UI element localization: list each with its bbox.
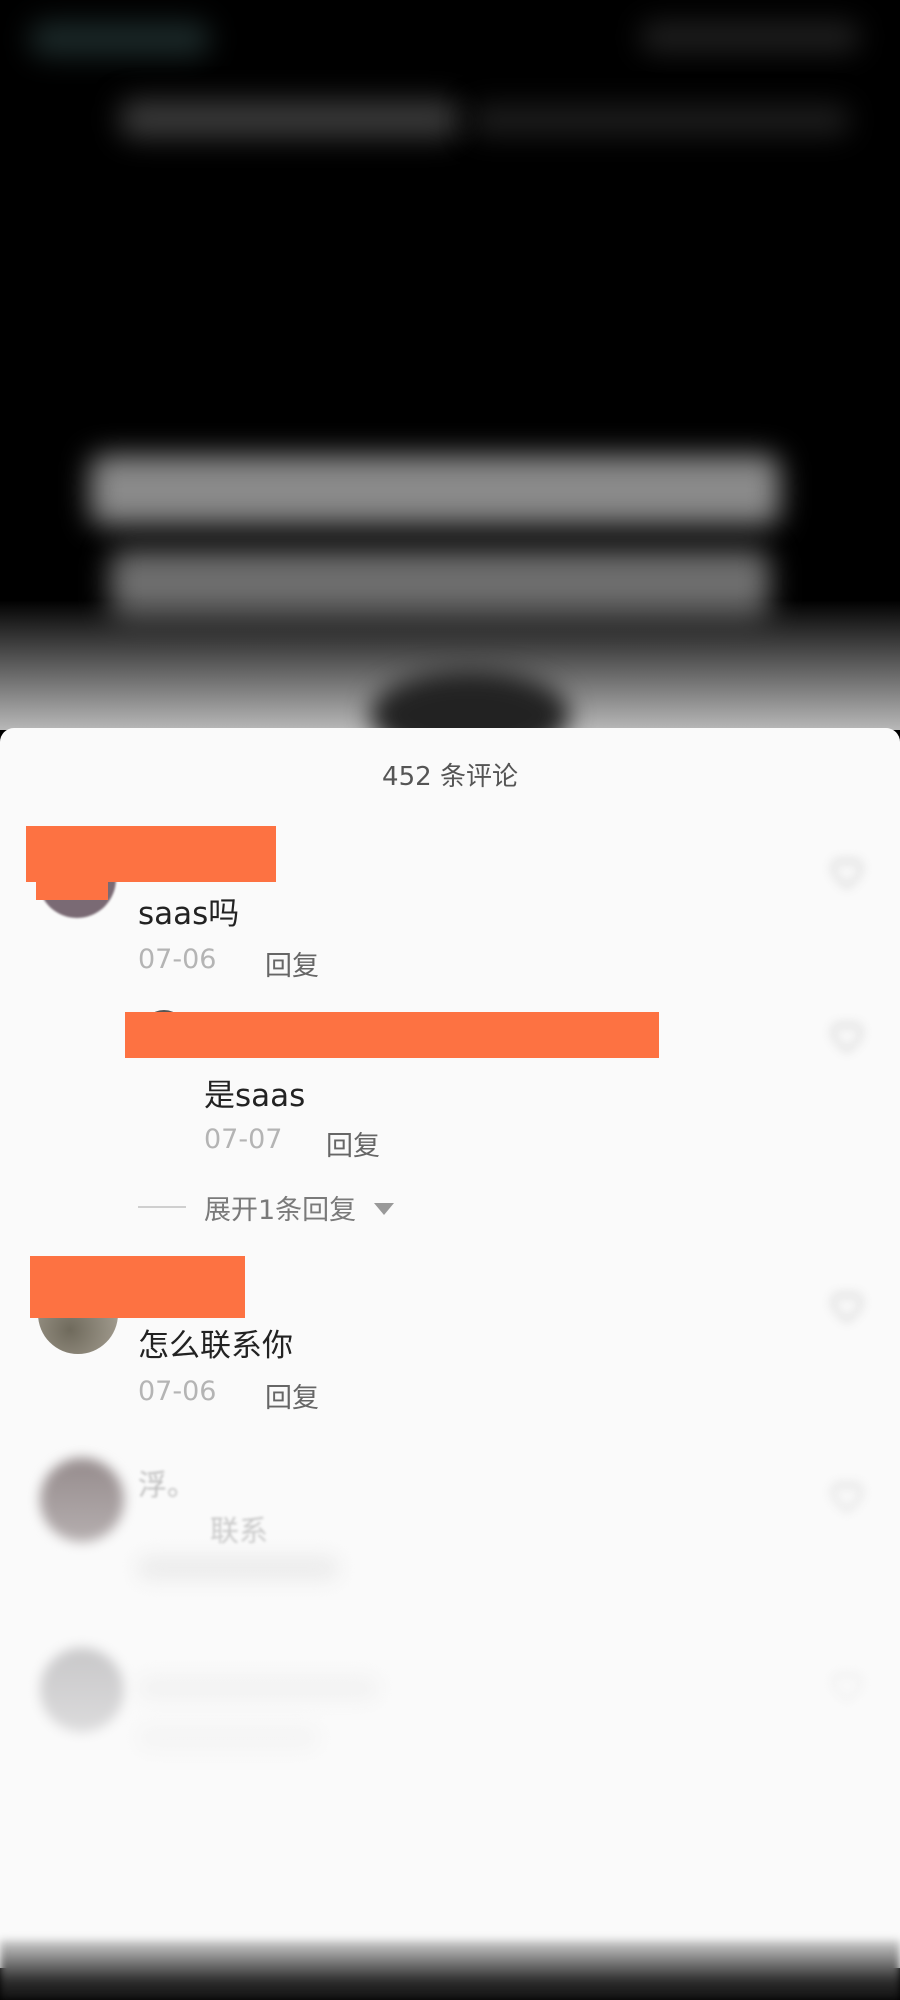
redacted-username <box>30 1256 245 1318</box>
chevron-down-icon[interactable] <box>374 1203 394 1215</box>
redacted-username-tail <box>36 878 108 900</box>
heart-icon[interactable] <box>828 1018 866 1052</box>
reply-button[interactable]: 回复 <box>265 1376 319 1415</box>
reply-button[interactable]: 回复 <box>265 944 319 983</box>
reply-text: 是saas <box>204 1078 306 1114</box>
fade-overlay <box>0 1428 900 1968</box>
blurred-video-top-right <box>640 22 860 52</box>
expand-replies-label[interactable]: 展开1条回复 <box>204 1188 356 1227</box>
blurred-video-caption-line <box>470 105 850 135</box>
comment-date: 07-06 <box>138 944 217 975</box>
faded-comments: 浮。 联系 <box>0 1428 900 1968</box>
expand-divider <box>138 1206 186 1208</box>
comment-date: 07-06 <box>138 1376 217 1407</box>
heart-icon[interactable] <box>828 1288 866 1322</box>
reply-button[interactable]: 回复 <box>326 1124 380 1163</box>
blurred-video-top-bar <box>30 22 210 56</box>
redacted-username <box>125 1012 659 1058</box>
bottom-navigation-bar <box>0 1940 900 2000</box>
comment-panel: 452 条评论 saas吗 07-06 回复 是saas 07-07 回复 展开… <box>0 728 900 1968</box>
heart-icon[interactable] <box>828 854 866 888</box>
comment-count-title: 452 条评论 <box>382 762 518 792</box>
comment-text: 怎么联系你 <box>138 1328 293 1364</box>
blurred-video-caption <box>120 100 460 138</box>
comment-text: saas吗 <box>138 896 240 932</box>
reply-date: 07-07 <box>204 1124 283 1155</box>
redacted-username <box>26 826 276 882</box>
blurred-video-headline <box>90 455 780 525</box>
video-background <box>0 0 900 730</box>
